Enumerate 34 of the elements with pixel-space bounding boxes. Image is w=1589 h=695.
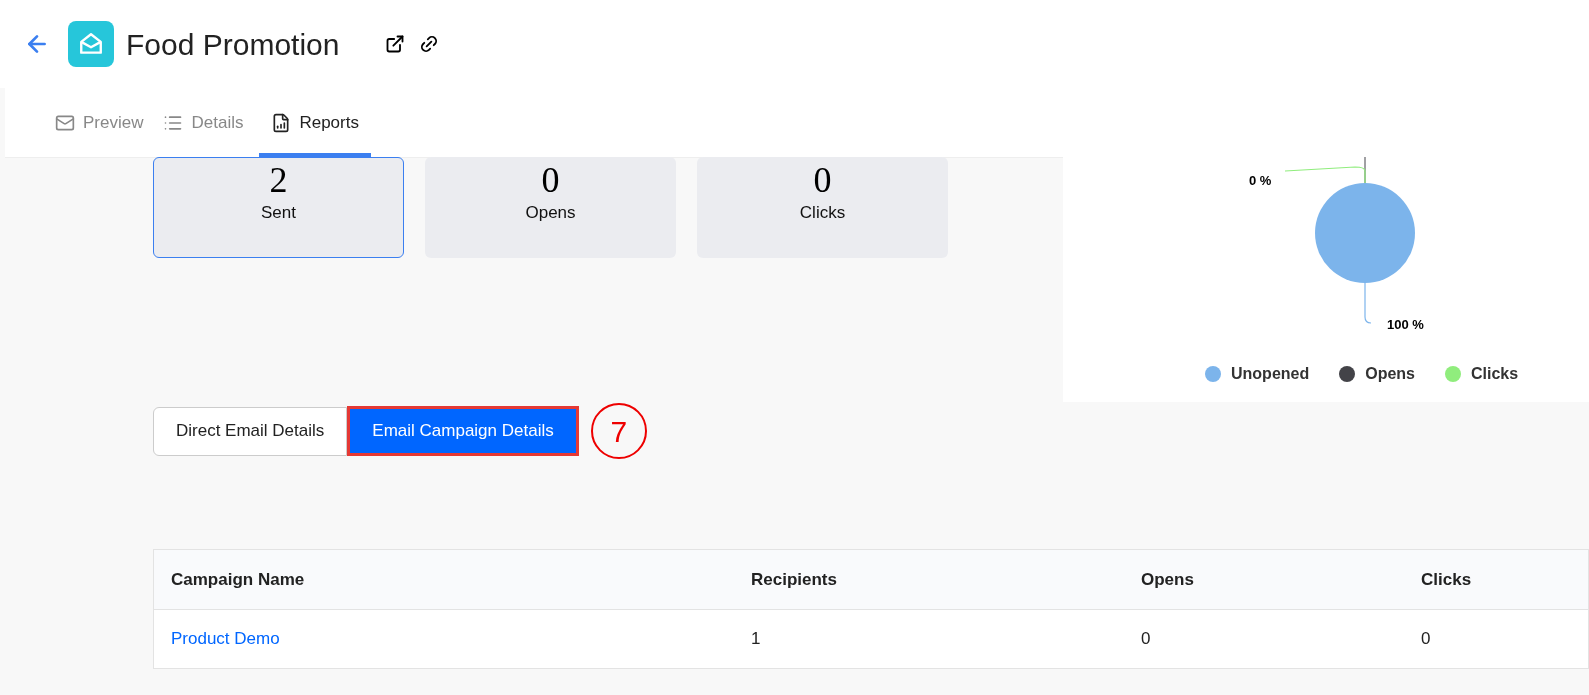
open-external-button[interactable] — [385, 34, 406, 54]
external-link-icon — [385, 34, 406, 54]
legend-label[interactable]: Opens — [1365, 362, 1415, 386]
data-label: 100 % — [1387, 316, 1424, 334]
column-header: Opens — [1141, 568, 1195, 591]
column-header: Clicks — [1421, 568, 1473, 591]
legend-label[interactable]: Clicks — [1471, 362, 1519, 386]
annotation-number: 7 — [590, 403, 647, 459]
stat-value: 2 — [269, 160, 288, 200]
view-toggle[interactable]: Direct Email Details — [153, 406, 348, 456]
column-header: Campaign Name — [171, 568, 306, 591]
stat-label: Sent — [261, 202, 296, 224]
envelope-logo-icon — [68, 21, 114, 67]
table-cell-text: 0 — [1141, 628, 1152, 651]
table-cell-text: 1 — [751, 628, 762, 651]
table-cell-text: 0 — [1421, 628, 1432, 651]
stat-card[interactable]: 0 Clicks — [697, 157, 948, 258]
stat-label: Opens — [525, 202, 576, 224]
data-label: 0 % — [1249, 172, 1272, 190]
stat-card[interactable]: 2 Sent — [153, 157, 404, 258]
view-toggle[interactable]: Email Campaign Details — [347, 406, 579, 456]
stat-card[interactable]: 0 Opens — [425, 157, 676, 258]
reports-icon — [271, 112, 292, 133]
leader-line — [1364, 282, 1372, 324]
copy-link-button[interactable] — [419, 34, 440, 54]
column-header: Recipients — [751, 568, 838, 591]
stat-label: Clicks — [799, 202, 846, 224]
campaign-title: Food Promotion — [126, 26, 340, 63]
tab[interactable]: Preview — [51, 88, 148, 157]
stat-value: 0 — [813, 160, 832, 200]
legend-label[interactable]: Unopened — [1231, 362, 1310, 386]
stat-value: 0 — [541, 160, 560, 200]
tab[interactable]: Details — [159, 88, 248, 157]
campaign-link[interactable]: Product Demo — [171, 626, 280, 652]
